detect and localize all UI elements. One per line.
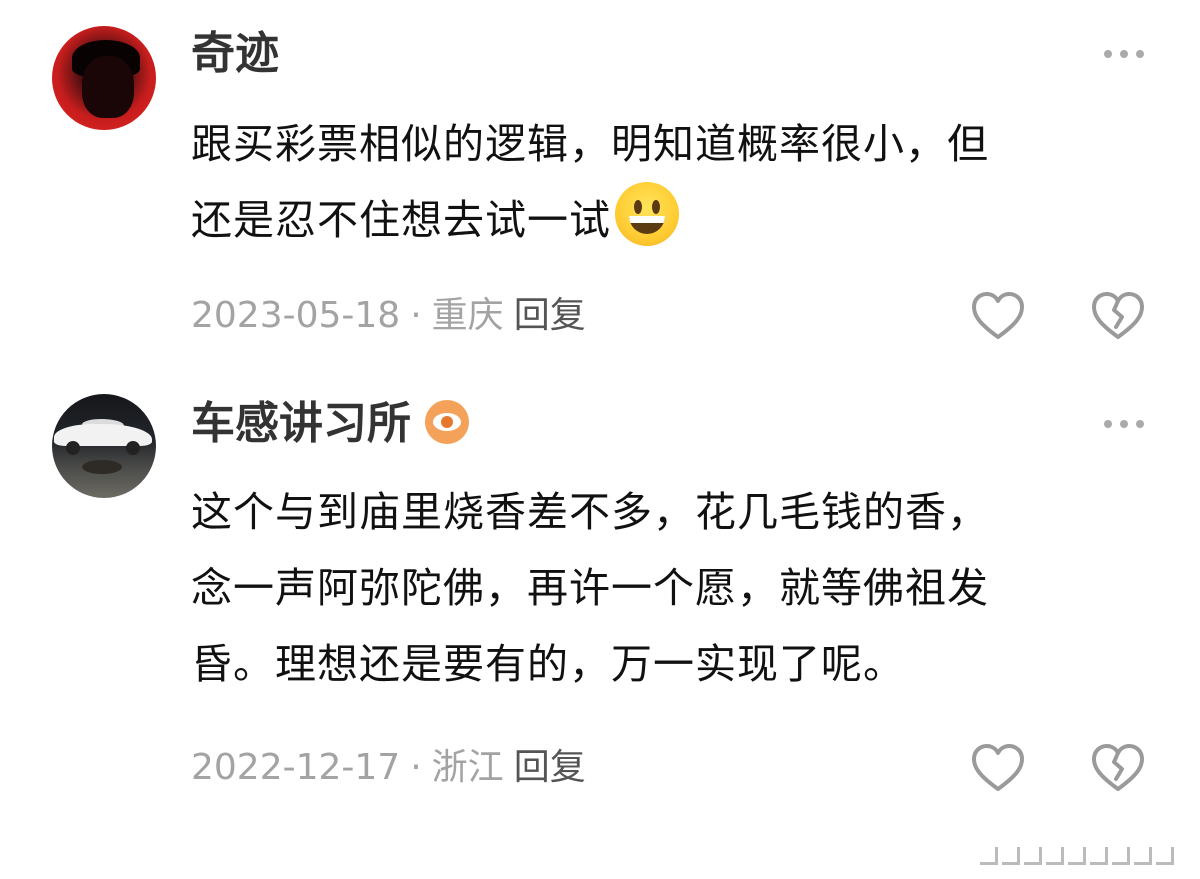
comment-meta: 2023-05-18 · 重庆 回复	[191, 292, 586, 340]
reply-button[interactable]: 回复	[514, 747, 586, 788]
broken-heart-icon[interactable]	[1090, 290, 1146, 342]
comment-line: 昏。理想还是要有的，万一实现了呢。	[191, 640, 905, 688]
more-options-icon[interactable]	[1104, 48, 1144, 60]
broken-heart-icon[interactable]	[1090, 742, 1146, 794]
comment-line: 念一声阿弥陀佛，再许一个愿，就等佛祖发	[191, 564, 989, 612]
username-text[interactable]: 车感讲习所	[191, 398, 411, 449]
avatar[interactable]	[52, 26, 156, 130]
reply-button[interactable]: 回复	[514, 295, 586, 336]
heart-icon[interactable]	[970, 742, 1026, 794]
comment-text: 这个与到庙里烧香差不多，花几毛钱的香， 念一声阿弥陀佛，再许一个愿，就等佛祖发 …	[191, 474, 1151, 702]
comment-text: 跟买彩票相似的逻辑，明知道概率很小，但 还是忍不住想去试一试	[191, 106, 1151, 258]
username[interactable]: 奇迹	[191, 26, 279, 82]
comment-line-with-emoji: 还是忍不住想去试一试	[191, 182, 1151, 258]
more-options-icon[interactable]	[1104, 418, 1144, 430]
meta-separator: ·	[410, 747, 422, 788]
comment-line-text: 还是忍不住想去试一试	[191, 196, 611, 244]
comment-date: 2022-12-17	[191, 747, 401, 788]
username[interactable]: 车感讲习所	[191, 396, 469, 452]
comment-location: 重庆	[431, 295, 504, 336]
comment-location: 浙江	[431, 747, 504, 788]
comment-date: 2023-05-18	[191, 295, 401, 336]
heart-icon[interactable]	[970, 290, 1026, 342]
comment-line: 跟买彩票相似的逻辑，明知道概率很小，但	[191, 120, 989, 168]
avatar[interactable]	[52, 394, 156, 498]
grinning-face-icon	[615, 182, 679, 246]
comment-line: 这个与到庙里烧香差不多，花几毛钱的香，	[191, 488, 989, 536]
watermark-icon	[980, 847, 1174, 865]
meta-separator: ·	[410, 295, 422, 336]
eye-badge-icon	[425, 400, 469, 444]
comment-meta: 2022-12-17 · 浙江 回复	[191, 744, 586, 792]
